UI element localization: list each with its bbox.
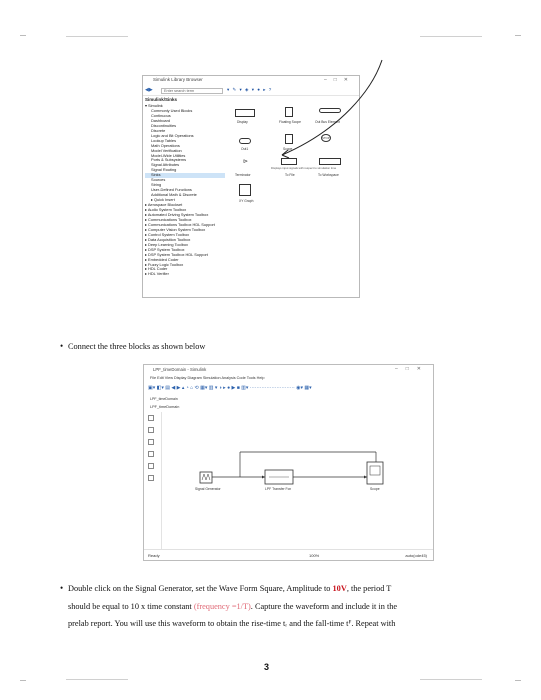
to-workspace-block[interactable] [319, 158, 341, 165]
floating-scope-label: Floating Scope [279, 120, 301, 124]
window-controls[interactable]: –□✕ [324, 77, 355, 83]
instruction-2-line-3: prelab report. You will use this wavefor… [68, 619, 396, 628]
area-icon[interactable] [148, 475, 154, 481]
page-corner-mark [66, 679, 128, 680]
fit-view-icon[interactable] [148, 427, 154, 433]
scope-model-label: Scope [370, 487, 380, 491]
page-corner-mark [20, 35, 26, 36]
model-left-toolbar[interactable] [146, 415, 157, 487]
scope-block[interactable] [285, 134, 293, 144]
xy-graph-label: XY Graph [239, 199, 254, 203]
library-browser-toolbar: ◀▶ Enter search term ▾ ✎ ▾ ◈ ▾ ● ▸ ? [143, 87, 359, 96]
bullet: • [60, 341, 64, 351]
model-canvas[interactable]: Signal Generator LPF Transfer Fcn Scope [161, 412, 431, 549]
model-menu-bar[interactable]: File Edit View Display Diagram Simulatio… [150, 376, 264, 380]
model-window-screenshot: LPF_timeDomain - Simulink –□✕ File Edit … [143, 364, 434, 561]
document-page: Simulink Library Browser –□✕ ◀▶ Enter se… [0, 0, 541, 700]
stop-label: STOP [322, 136, 330, 140]
page-corner-mark [20, 680, 26, 681]
zoom-icon[interactable] [148, 415, 154, 421]
page-corner-mark [515, 680, 521, 681]
library-browser-screenshot: Simulink Library Browser –□✕ ◀▶ Enter se… [142, 75, 360, 298]
page-corner-mark [515, 35, 521, 36]
library-tree[interactable]: ▾ Simulink Commonly Used Blocks Continuous… [145, 104, 225, 296]
to-file-block[interactable] [281, 158, 297, 165]
instruction-2: • Double click on the Signal Generator, … [60, 580, 498, 633]
status-ready: Ready [148, 553, 160, 558]
library-breadcrumb: Simulink/Sinks [145, 97, 178, 102]
terminator-label: Terminator [235, 173, 251, 177]
display-label: Display [237, 120, 248, 124]
instruction-2-line-2: should be equal to 10 x time constant (f… [68, 601, 398, 611]
library-search-input[interactable]: Enter search term [161, 88, 223, 94]
model-window-title: LPF_timeDomain - Simulink [153, 367, 207, 372]
page-corner-mark [420, 36, 482, 37]
floating-scope-block[interactable] [285, 107, 293, 117]
signal-generator-block [199, 471, 213, 484]
xy-graph-block[interactable] [239, 184, 251, 196]
scope-tooltip: Displays input signals with respect to s… [271, 166, 337, 170]
model-breadcrumb-path[interactable]: LPF_timeDomain [150, 405, 179, 409]
sinks-block-palette: Display Floating Scope Out Bus Element O… [231, 104, 357, 295]
library-tree-item[interactable]: ▸ HDL Verifier [145, 271, 225, 277]
signal-generator-label: Signal Generator [195, 487, 222, 491]
page-corner-mark [420, 679, 482, 680]
scope-label: Scope [283, 147, 293, 151]
instruction-1: • Connect the three blocks as shown belo… [60, 338, 206, 356]
transfer-fcn-label: LPF Transfer Fcn [265, 487, 291, 491]
model-window-controls[interactable]: –□✕ [395, 366, 429, 372]
model-diagram: Signal Generator LPF Transfer Fcn Scope [195, 451, 384, 491]
annotation-icon[interactable] [148, 451, 154, 457]
status-zoom: 100% [309, 553, 320, 558]
out1-label: Out1 [241, 147, 249, 151]
arrow-icon[interactable] [148, 439, 154, 445]
model-toolbar[interactable]: ▣▾ ◧▾ ▤ ◀ ▶ ▴ ◔ ⌂ ⟲ ▦▾ ▥ ▾ ◑ ▸ ● ▶ ■ ▥▾ … [148, 385, 429, 394]
to-file-label: To File [285, 173, 295, 177]
page-number: 3 [264, 662, 270, 672]
display-block[interactable] [235, 109, 255, 117]
model-status-bar: Ready 100% auto(ode45) [144, 549, 433, 560]
image-icon[interactable] [148, 463, 154, 469]
terminator-icon[interactable]: ⊳ [243, 158, 248, 165]
instruction-2-line-1: Double click on the Signal Generator, se… [68, 584, 392, 593]
out-bus-element-block[interactable] [319, 108, 341, 113]
library-browser-titlebar: Simulink Library Browser –□✕ [143, 76, 359, 87]
toolbar-icons[interactable]: ▾ ✎ ▾ ◈ ▾ ● ▸ ? [227, 87, 272, 93]
out1-block[interactable] [239, 138, 251, 144]
status-solver: auto(ode45) [405, 553, 427, 558]
page-corner-mark [66, 36, 128, 37]
model-breadcrumb-tab[interactable]: LPF_timeDomain [150, 397, 178, 401]
back-forward-icon[interactable]: ◀▶ [145, 87, 153, 93]
to-workspace-label: To Workspace [318, 173, 339, 177]
out-bus-element-label: Out Bus Element [315, 120, 340, 124]
library-browser-title: Simulink Library Browser [153, 77, 203, 82]
instruction-1-text: Connect the three blocks as shown below [68, 342, 206, 351]
bullet: • [60, 583, 64, 593]
